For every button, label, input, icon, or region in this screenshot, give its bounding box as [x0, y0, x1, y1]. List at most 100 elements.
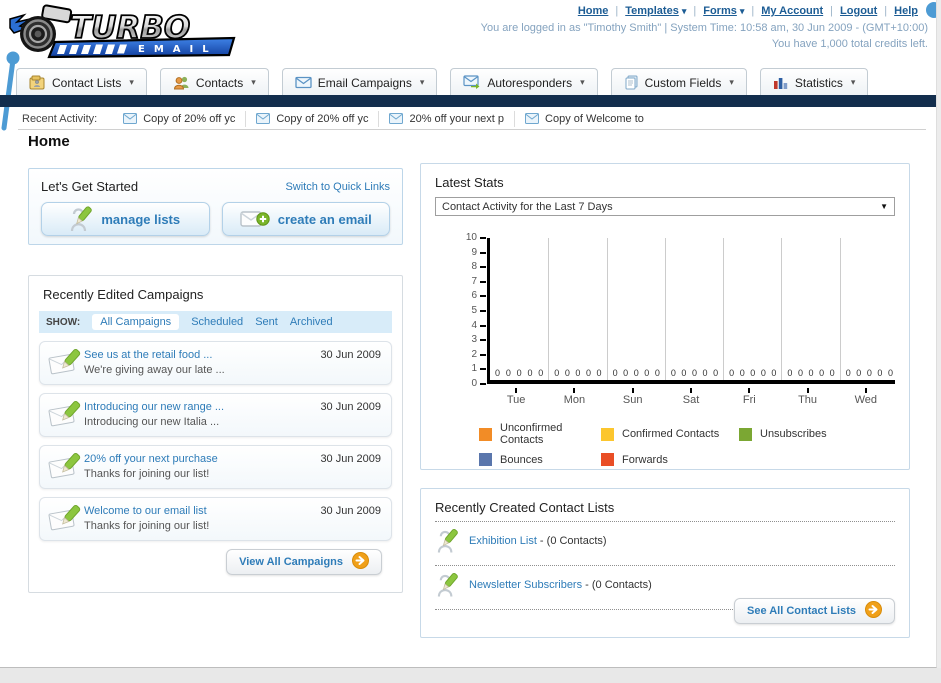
login-info: You are logged in as "Timothy Smith" | S… — [481, 21, 928, 53]
tab-contacts[interactable]: Contacts ▾ — [159, 68, 269, 96]
email-campaigns-icon — [295, 76, 312, 89]
manage-lists-button[interactable]: manage lists — [41, 202, 210, 236]
x-axis-category-label: Thu — [798, 394, 818, 406]
legend-item-confirmed-contacts: Confirmed Contacts — [601, 422, 739, 446]
tab-custom-fields[interactable]: Custom Fields ▾ — [610, 68, 747, 96]
campaign-title-link[interactable]: See us at the retail food ... — [84, 348, 225, 363]
x-axis-tick-mark — [864, 388, 867, 393]
x-axis-category-label: Fri — [742, 394, 756, 406]
chart-value-labels: 00000 — [666, 368, 723, 378]
contact-list-item: Exhibition List - (0 Contacts) — [435, 522, 895, 559]
turbo-email-logo: TURBO EMAIL — [8, 3, 243, 59]
header-links: Home | Templates ▾ | Forms ▾ | My Account | Logout… — [578, 5, 918, 17]
legend-swatch — [479, 453, 492, 466]
x-axis-tick-mark — [573, 388, 576, 393]
latest-stats-title: Latest Stats — [435, 175, 504, 190]
chart-value-labels: 00000 — [608, 368, 665, 378]
value-label: 0 — [670, 368, 676, 378]
recent-activity-item-label: Copy of 20% off yc — [276, 112, 369, 125]
get-started-title: Let's Get Started — [41, 179, 139, 194]
get-started-buttons: manage lists create an email — [41, 202, 390, 236]
legend-item-bounces: Bounces — [479, 453, 601, 466]
campaign-texts: Welcome to our email list Thanks for join… — [84, 504, 209, 535]
recent-activity-item[interactable]: Copy of 20% off yc — [113, 110, 247, 127]
legend-swatch — [601, 453, 614, 466]
y-axis-tick-label: 3 — [471, 334, 477, 346]
contact-activity-chart: 0000000000000000000000000000000000001234… — [435, 230, 895, 408]
header-link-logout[interactable]: Logout — [840, 5, 877, 17]
tab-statistics[interactable]: Statistics ▾ — [759, 68, 869, 96]
campaign-title-link[interactable]: Welcome to our email list — [84, 504, 209, 519]
filter-all-campaigns[interactable]: All Campaigns — [92, 314, 180, 330]
campaign-date: 30 Jun 2009 — [320, 505, 381, 517]
recent-activity-item[interactable]: Copy of 20% off yc — [246, 110, 380, 127]
y-axis-tick-label: 1 — [471, 363, 477, 375]
create-an-email-button[interactable]: create an email — [221, 202, 390, 236]
person-pencil-icon — [437, 527, 459, 555]
campaign-date: 30 Jun 2009 — [320, 453, 381, 465]
header-link-my-account[interactable]: My Account — [761, 5, 823, 17]
envelope-icon — [389, 113, 404, 124]
latest-stats-panel: Latest Stats Contact Activity for the La… — [420, 163, 910, 470]
y-axis-tick-label: 0 — [471, 378, 477, 389]
legend-swatch — [479, 427, 492, 441]
value-label: 0 — [495, 368, 501, 378]
stats-period-dropdown[interactable]: Contact Activity for the Last 7 Days ▼ — [435, 197, 895, 216]
value-label: 0 — [702, 368, 708, 378]
header-link-help[interactable]: Help — [894, 5, 918, 17]
header-link-separator: | — [615, 5, 619, 17]
y-axis-tick-label: 4 — [471, 319, 477, 331]
campaign-title-link[interactable]: Introducing our new range ... — [84, 400, 224, 415]
filter-scheduled[interactable]: Scheduled — [191, 316, 243, 328]
value-label: 0 — [654, 368, 660, 378]
contact-list-link[interactable]: Exhibition List — [469, 535, 537, 547]
campaign-title-link[interactable]: 20% off your next purchase — [84, 452, 218, 467]
tab-autoresponders[interactable]: Autoresponders ▾ — [450, 68, 598, 96]
value-label: 0 — [808, 368, 814, 378]
tab-label: Contacts — [195, 75, 244, 90]
value-label: 0 — [713, 368, 719, 378]
contact-list-link[interactable]: Newsletter Subscribers — [469, 579, 582, 591]
envelope-icon — [256, 113, 271, 124]
switch-quick-links-link[interactable]: Switch to Quick Links — [285, 181, 390, 193]
value-label: 0 — [750, 368, 756, 378]
campaign-card[interactable]: Welcome to our email list Thanks for join… — [39, 497, 392, 541]
value-label: 0 — [554, 368, 560, 378]
manage-lists-label: manage lists — [101, 211, 181, 227]
credits-remaining: You have 1,000 total credits left. — [771, 37, 928, 50]
campaign-card[interactable]: See us at the retail food ... We're givin… — [39, 341, 392, 385]
legend-label: Bounces — [500, 453, 543, 466]
recent-activity-item-label: 20% off your next p — [409, 112, 505, 125]
value-label: 0 — [819, 368, 825, 378]
chevron-down-icon: ▾ — [681, 6, 687, 16]
campaign-card[interactable]: 20% off your next purchase Thanks for joi… — [39, 445, 392, 489]
contact-list-detail: - (0 Contacts) — [536, 535, 607, 547]
contact-lists-icon — [29, 75, 46, 90]
campaign-card[interactable]: Introducing our new range ... Introducing… — [39, 393, 392, 437]
show-label: SHOW: — [46, 316, 81, 328]
tab-email-campaigns[interactable]: Email Campaigns ▾ — [281, 68, 438, 96]
filter-sent[interactable]: Sent — [255, 316, 278, 328]
chart-value-labels: 00000 — [841, 368, 898, 378]
campaign-subtitle: We're giving away our late ... — [84, 364, 225, 376]
recent-activity-item[interactable]: Copy of Welcome to — [515, 111, 654, 127]
filter-archived[interactable]: Archived — [290, 316, 333, 328]
header-link-templates[interactable]: Templates ▾ — [625, 5, 686, 17]
see-all-contact-lists-button[interactable]: See All Contact Lists — [733, 598, 895, 624]
chart-group-sat: 00000 — [664, 238, 723, 380]
value-label: 0 — [856, 368, 862, 378]
header-link-forms[interactable]: Forms ▾ — [703, 5, 744, 17]
view-all-campaigns-button[interactable]: View All Campaigns — [226, 549, 382, 575]
campaign-texts: See us at the retail food ... We're givin… — [84, 348, 225, 379]
see-all-contact-lists-label: See All Contact Lists — [746, 605, 856, 617]
tab-contact-lists[interactable]: Contact Lists ▾ — [16, 68, 147, 96]
campaign-subtitle: Thanks for joining our list! — [84, 520, 210, 532]
y-axis-tick-mark — [480, 237, 486, 239]
envelope-icon — [525, 113, 540, 124]
header-link-home[interactable]: Home — [578, 5, 609, 17]
tab-label: Email Campaigns — [317, 75, 412, 90]
y-axis-tick-label: 10 — [465, 232, 477, 243]
x-axis-tick-mark — [515, 388, 518, 393]
x-axis-category-label: Mon — [563, 394, 586, 406]
recent-activity-item[interactable]: 20% off your next p — [379, 110, 516, 127]
